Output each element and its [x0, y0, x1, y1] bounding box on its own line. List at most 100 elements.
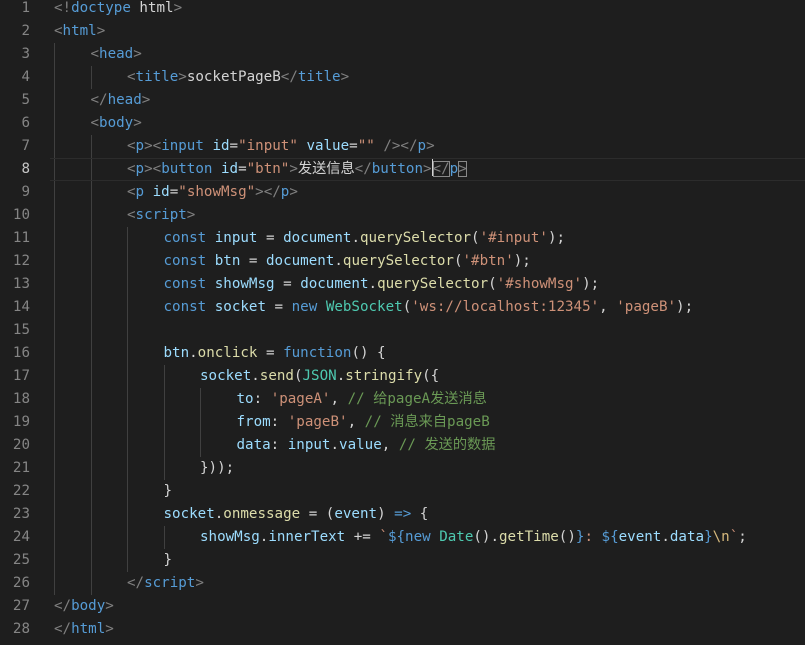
code-token: title — [135, 69, 179, 85]
code-token: </ — [54, 621, 72, 637]
code-line[interactable]: 14 const socket = new WebSocket('ws://loc… — [0, 296, 805, 319]
line-number: 25 — [12, 552, 30, 568]
line-number: 11 — [12, 230, 30, 246]
code-token: /></ — [383, 138, 418, 154]
code-text: socket.send(JSON.stringify({ — [200, 365, 439, 388]
line-number: 26 — [12, 575, 30, 591]
code-token: </ — [354, 161, 372, 177]
code-line[interactable]: 6 <body> — [0, 112, 805, 135]
code-line[interactable]: 11 const input = document.querySelector('… — [0, 227, 805, 250]
code-line[interactable]: 15 — [0, 319, 805, 342]
line-number: 28 — [12, 621, 30, 637]
code-line[interactable]: 12 const btn = document.querySelector('#b… — [0, 250, 805, 273]
code-text: <p><input id="input" value="" /></p> — [127, 135, 435, 158]
code-token: "btn" — [246, 161, 290, 177]
code-token: html — [130, 0, 174, 16]
code-line[interactable]: 1 <!doctype html> — [0, 0, 805, 20]
line-number: 13 — [12, 276, 30, 292]
code-text: </html> — [54, 618, 114, 641]
code-token: >< — [144, 138, 162, 154]
code-token: < — [127, 184, 136, 200]
code-token: "" — [357, 138, 375, 154]
code-token: ); — [676, 299, 694, 315]
code-line[interactable]: 9 <p id="showMsg"></p> — [0, 181, 805, 204]
code-token: '#btn' — [462, 253, 514, 269]
code-token: data — [236, 437, 271, 453]
line-number: 1 — [21, 0, 30, 16]
code-line[interactable]: 28 </html> — [0, 618, 805, 641]
code-token: ); — [547, 230, 566, 246]
code-token: id — [220, 161, 239, 177]
code-token: 'pageB' — [616, 299, 677, 315]
code-token: p — [135, 184, 145, 200]
code-line[interactable]: 20 data: input.value, // 发送的数据 — [0, 434, 805, 457]
line-number: 27 — [12, 598, 30, 614]
code-token: > — [289, 161, 298, 177]
code-line[interactable]: 4 <title>socketPageB</title> — [0, 66, 805, 89]
code-token: > — [105, 621, 114, 637]
line-number: 4 — [21, 69, 30, 85]
line-number: 22 — [12, 483, 30, 499]
code-text: <script> — [127, 204, 195, 227]
code-token: > — [105, 598, 114, 614]
code-token: showMsg — [200, 529, 260, 545]
code-token: ( — [471, 230, 480, 246]
code-token: > — [133, 46, 142, 62]
code-line[interactable]: 13 const showMsg = document.querySelector… — [0, 273, 805, 296]
code-line[interactable]: 24 showMsg.innerText += `${new Date().get… — [0, 526, 805, 549]
code-token: } — [704, 529, 713, 545]
code-token: . — [334, 253, 343, 269]
line-number: 7 — [21, 138, 30, 154]
code-token: const — [163, 276, 207, 292]
code-line[interactable]: 5 </head> — [0, 89, 805, 112]
code-token: </ — [127, 575, 145, 591]
code-token: getTime — [499, 529, 559, 545]
code-line[interactable]: 22} — [0, 480, 805, 503]
code-token: new — [291, 299, 318, 315]
code-line[interactable]: 10 <script> — [0, 204, 805, 227]
code-line[interactable]: 2 <html> — [0, 20, 805, 43]
code-line[interactable]: 16 btn.onclick = function() { — [0, 342, 805, 365]
code-line[interactable]: 23 socket.onmessage = (event) => { — [0, 503, 805, 526]
code-line[interactable]: 7 <p><input id="input" value="" /></p> — [0, 135, 805, 158]
code-token: })); — [200, 460, 235, 476]
code-token: , — [347, 414, 365, 430]
code-line[interactable]: 25} — [0, 549, 805, 572]
code-line[interactable]: 21})); — [0, 457, 805, 480]
code-text: const showMsg = document.querySelector('… — [164, 273, 600, 296]
code-line[interactable]: 26 </script> — [0, 572, 805, 595]
code-editor[interactable]: 1 <!doctype html> 2 <html> 3 <head> 4 < title > so… — [0, 0, 805, 645]
code-line[interactable]: 19 from: 'pageB', // 消息来自pageB — [0, 411, 805, 434]
code-token: . — [368, 276, 378, 292]
code-token: () — [558, 529, 576, 545]
line-number: 20 — [12, 437, 30, 453]
code-line[interactable]: 18 to: 'pageA', // 给pageA发送消息 — [0, 388, 805, 411]
code-token: (). — [473, 529, 499, 545]
code-line[interactable]: 17 socket.send(JSON.stringify({ — [0, 365, 805, 388]
code-line[interactable]: 8 <p><button id="btn">发送信息</button></p> — [0, 158, 805, 181]
code-line[interactable]: 3 <head> — [0, 43, 805, 66]
code-token: socket — [214, 299, 267, 315]
code-token: = — [229, 138, 239, 154]
code-token: > — [173, 0, 183, 16]
code-token: > — [141, 92, 151, 108]
code-token: ${ — [601, 529, 619, 545]
code-token: >< — [144, 161, 162, 177]
code-token: to — [236, 391, 254, 407]
code-token: = ( — [300, 506, 335, 522]
code-token: p — [417, 138, 427, 154]
code-token: function — [283, 345, 352, 361]
code-token: stringify — [345, 368, 423, 384]
code-text: const btn = document.querySelector('#btn… — [164, 250, 531, 273]
code-line[interactable]: 27 </body> — [0, 595, 805, 618]
code-token: '#showMsg' — [496, 276, 583, 292]
code-token: </ — [280, 69, 298, 85]
code-text: <p><button id="btn">发送信息</button></p> — [127, 158, 467, 181]
code-token: onmessage — [223, 506, 301, 522]
code-token: querySelector — [360, 230, 472, 246]
code-text: showMsg.innerText += `${new Date().getTi… — [200, 526, 747, 549]
code-text: </head> — [91, 89, 151, 112]
code-text: <title>socketPageB</title> — [127, 66, 349, 89]
